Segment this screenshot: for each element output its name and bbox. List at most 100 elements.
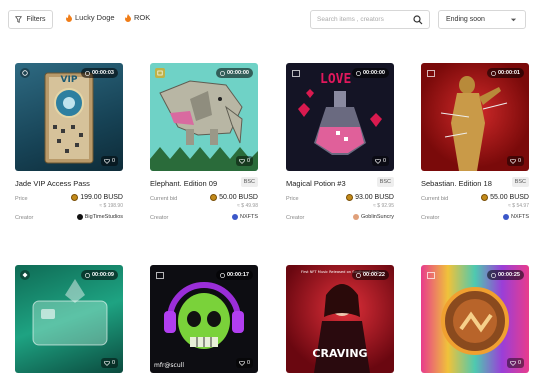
creator-link[interactable]: BigTimeStudios bbox=[76, 214, 123, 220]
price-value: 93.00 BUSD bbox=[346, 194, 394, 201]
nft-card[interactable]: 00:00:25 0 bbox=[421, 265, 529, 373]
price-value: 50.00 BUSD bbox=[210, 194, 258, 201]
nft-image[interactable]: First NFT Music Released on Southeast As… bbox=[286, 265, 394, 373]
busd-coin-icon bbox=[346, 194, 354, 201]
filters-button[interactable]: Filters bbox=[8, 10, 53, 29]
usd-value: ≈ $ 49.98 bbox=[237, 203, 258, 209]
nft-image[interactable]: VIP 00:00:03 0 bbox=[15, 63, 123, 171]
clock-icon bbox=[220, 70, 225, 76]
countdown-timer: 00:00:03 bbox=[80, 68, 118, 78]
media-type-icon bbox=[426, 68, 436, 78]
media-type-icon bbox=[155, 270, 165, 280]
nft-card[interactable]: 00:00:09 0 bbox=[15, 265, 123, 373]
nft-image[interactable]: 00:00:01 0 bbox=[421, 63, 529, 171]
like-button[interactable]: 0 bbox=[506, 156, 524, 166]
creator-label: Creator bbox=[150, 215, 169, 221]
clock-icon bbox=[85, 70, 90, 76]
media-type-icon bbox=[20, 270, 30, 280]
price-label: Price bbox=[286, 196, 299, 202]
nft-card[interactable]: First NFT Music Released on Southeast As… bbox=[286, 265, 394, 373]
search-icon[interactable] bbox=[413, 15, 423, 25]
busd-coin-icon bbox=[71, 194, 79, 201]
like-button[interactable]: 0 bbox=[506, 358, 524, 368]
clock-icon bbox=[356, 272, 361, 278]
chip-rok[interactable]: ROK bbox=[125, 13, 150, 22]
clock-icon bbox=[491, 70, 496, 76]
chip-label: Lucky Doge bbox=[75, 13, 115, 22]
clock-icon bbox=[220, 272, 225, 278]
nft-title[interactable]: Magical Potion #3 bbox=[286, 179, 346, 188]
nft-image[interactable]: 00:00:25 0 bbox=[421, 265, 529, 373]
price-value: 55.00 BUSD bbox=[481, 194, 529, 201]
nft-card[interactable]: 00:00:01 0 Sebastian. Edition 18 BSC Cur… bbox=[421, 63, 529, 231]
price-value: 199.00 BUSD bbox=[71, 194, 123, 201]
filters-label: Filters bbox=[26, 16, 46, 23]
clock-icon bbox=[491, 272, 496, 278]
chip-lucky-doge[interactable]: Lucky Doge bbox=[66, 13, 115, 22]
sort-select[interactable]: Ending soon bbox=[438, 10, 526, 29]
countdown-timer: 00:00:00 bbox=[351, 68, 389, 78]
nft-card[interactable]: LOVE 00:00:00 0 Magical Potion #3 BSC Pr… bbox=[286, 63, 394, 231]
nft-image[interactable]: mfr@scull 00:00:17 0 bbox=[150, 265, 258, 373]
card-meta: Magical Potion #3 BSC Price 93.00 BUSD ≈… bbox=[286, 171, 394, 231]
nft-title[interactable]: Sebastian. Edition 18 bbox=[421, 179, 492, 188]
nft-title[interactable]: Elephant. Edition 09 bbox=[150, 179, 217, 188]
flame-icon bbox=[66, 13, 72, 22]
creator-link[interactable]: GoblinSuncry bbox=[352, 214, 394, 220]
heart-icon bbox=[239, 360, 245, 366]
creator-link[interactable]: NXFTS bbox=[502, 214, 529, 220]
countdown-timer: 00:00:00 bbox=[215, 68, 253, 78]
vip-pass-art: VIP bbox=[44, 72, 94, 164]
price-label: Current bid bbox=[421, 196, 449, 202]
like-button[interactable]: 0 bbox=[371, 156, 389, 166]
avatar bbox=[502, 214, 509, 220]
media-type-icon bbox=[20, 68, 30, 78]
nft-card[interactable]: VIP 00:00:03 0 Jade VIP Access Pass Pric… bbox=[15, 63, 123, 231]
heart-icon bbox=[510, 360, 516, 366]
chevron-down-icon bbox=[510, 18, 517, 22]
flame-icon bbox=[125, 13, 131, 22]
nft-image[interactable]: LOVE 00:00:00 0 bbox=[286, 63, 394, 171]
skull-headphones-art: mfr@scull bbox=[154, 282, 244, 369]
chain-badge: BSC bbox=[511, 177, 529, 187]
nft-title[interactable]: Jade VIP Access Pass bbox=[15, 179, 90, 188]
avatar bbox=[76, 214, 83, 220]
avatar bbox=[352, 214, 359, 220]
usd-value: ≈ $ 198.90 bbox=[99, 203, 123, 209]
mfer-text: mfr@scull bbox=[154, 362, 184, 369]
clock-icon bbox=[85, 272, 90, 278]
search-input[interactable]: Search items , creators bbox=[310, 10, 430, 29]
countdown-timer: 00:00:09 bbox=[80, 270, 118, 280]
busd-coin-icon bbox=[210, 194, 218, 201]
chip-label: ROK bbox=[134, 13, 151, 22]
nft-image[interactable]: 00:00:09 0 bbox=[15, 265, 123, 373]
like-button[interactable]: 0 bbox=[100, 358, 118, 368]
heart-icon bbox=[239, 158, 245, 164]
countdown-timer: 00:00:25 bbox=[486, 270, 524, 280]
card-meta: Jade VIP Access Pass Price 199.00 BUSD ≈… bbox=[15, 171, 123, 231]
card-meta: Elephant. Edition 09 BSC Current bid 50.… bbox=[150, 171, 258, 231]
like-button[interactable]: 0 bbox=[235, 358, 253, 368]
nft-image[interactable]: 00:00:00 0 bbox=[150, 63, 258, 171]
love-text: LOVE bbox=[320, 72, 351, 87]
craving-album-art: First NFT Music Released on Southeast As… bbox=[301, 270, 379, 373]
sebastian-statue-art bbox=[440, 76, 508, 171]
nft-card[interactable]: 00:00:00 0 Elephant. Edition 09 BSC Curr… bbox=[150, 63, 258, 231]
nft-card[interactable]: mfr@scull 00:00:17 0 bbox=[150, 265, 258, 373]
usd-value: ≈ $ 54.97 bbox=[508, 203, 529, 209]
like-button[interactable]: 0 bbox=[235, 156, 253, 166]
creator-label: Creator bbox=[421, 215, 440, 221]
heart-icon bbox=[104, 360, 110, 366]
toolbar: Filters Lucky Doge ROK Search items , cr… bbox=[0, 0, 541, 40]
countdown-timer: 00:00:17 bbox=[215, 270, 253, 280]
like-button[interactable]: 0 bbox=[100, 156, 118, 166]
creator-link[interactable]: NXFTS bbox=[231, 214, 258, 220]
media-type-icon bbox=[426, 270, 436, 280]
coin-art bbox=[441, 287, 509, 355]
green-card-art bbox=[32, 279, 108, 346]
clock-icon bbox=[356, 70, 361, 76]
chain-badge: BSC bbox=[376, 177, 394, 187]
heart-icon bbox=[104, 158, 110, 164]
creator-label: Creator bbox=[15, 215, 34, 221]
avatar bbox=[231, 214, 238, 220]
